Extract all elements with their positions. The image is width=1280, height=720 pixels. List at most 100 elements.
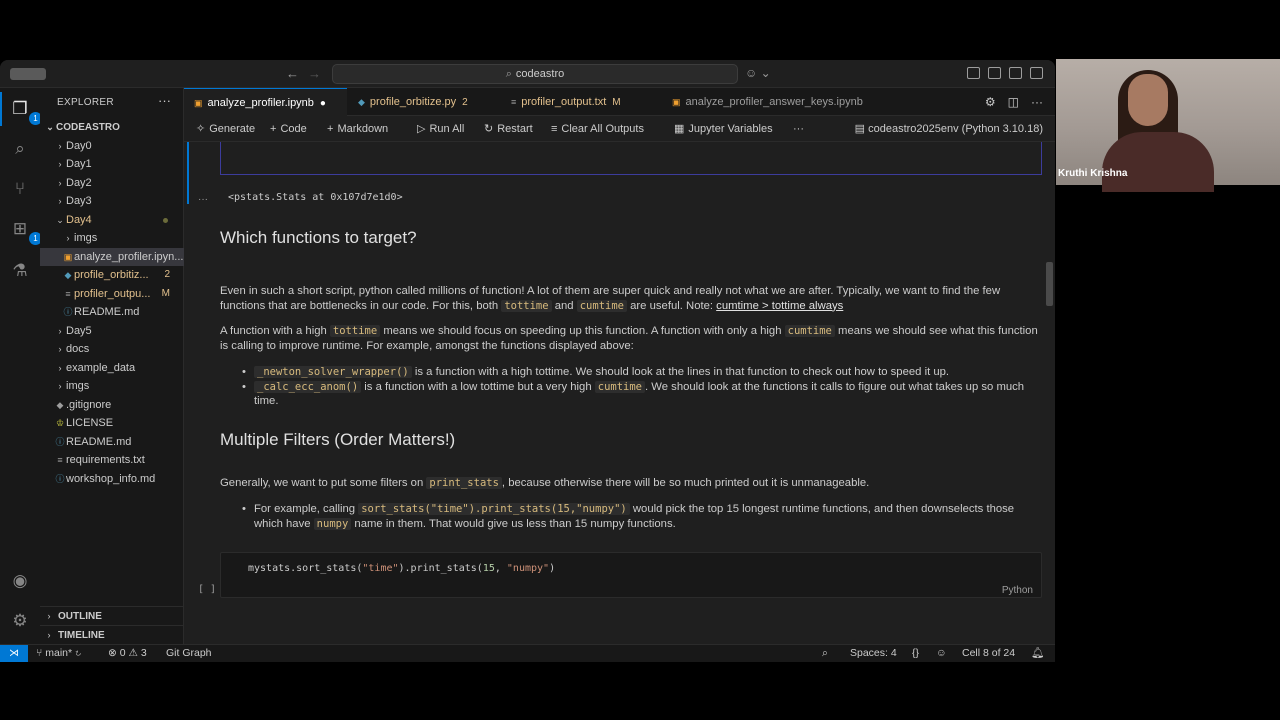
cell-language[interactable]: Python [1002,585,1033,596]
tree-folder-day3[interactable]: › Day3 [40,192,184,211]
notebook-file-icon: ▣ [63,251,73,262]
list-item: _calc_ecc_anom() is a function with a lo… [220,380,1040,409]
modified-mark: M [612,97,621,108]
branch-indicator[interactable]: ⑂ main* ↻ [36,645,81,662]
search-icon[interactable]: ⌕ [9,138,31,160]
run-all-button[interactable]: ▷ Run All [417,116,464,142]
kernel-picker[interactable]: ▤ codeastro2025env (Python 3.10.18) [855,116,1043,142]
tree-file-gitignore[interactable]: ◆ .gitignore [40,396,184,415]
tree-file-profiler-output[interactable]: ≡ profiler_outpu... M [40,285,184,304]
tree-folder-day4-imgs[interactable]: › imgs [40,229,184,248]
modified-badge: M [161,287,170,299]
split-editor-icon[interactable]: ◫ [1008,95,1019,109]
clear-outputs-button[interactable]: ≡ Clear All Outputs [551,116,644,142]
tree-file-profile-orbitize[interactable]: ◆ profile_orbitiz... 2 [40,266,184,285]
tree-file-workshop-info[interactable]: ⓘ workshop_info.md [40,470,184,489]
zoom-icon[interactable]: ⌕ [822,645,828,662]
more-actions-icon[interactable]: ··· [1031,95,1043,109]
generate-button[interactable]: ✧ Generate [196,116,255,142]
editor-area: ▣ analyze_profiler.ipynb ● ◆ profile_orbiti… [184,88,1055,644]
code-editor[interactable]: mystats.sort_stats("time").print_stats(1… [248,563,555,574]
chevron-right-icon: › [58,177,62,188]
problems-indicator[interactable]: ⊗ 0 ⚠ 3 [108,645,147,662]
chevron-right-icon: › [58,140,62,151]
gear-icon[interactable]: ⚙ [985,95,996,109]
paragraph-tottime: A function with a high tottime means we … [220,325,1038,352]
unsaved-dot[interactable]: ● [320,98,326,109]
chevron-right-icon: › [58,325,62,336]
account-icon[interactable]: ◉ [9,570,31,592]
settings-gear-icon[interactable]: ⚙ [9,610,31,632]
code-cell[interactable]: mystats.sort_stats("time").print_stats(1… [220,552,1042,598]
chevron-right-icon: › [58,362,62,373]
indentation-indicator[interactable]: Spaces: 4 [850,645,897,662]
tree-file-readme[interactable]: ⓘ README.md [40,433,184,452]
add-markdown-button[interactable]: + Markdown [327,116,388,142]
add-code-button[interactable]: + Code [270,116,307,142]
heading-multiple-filters: Multiple Filters (Order Matters!) [220,430,456,449]
filters-list: For example, calling sort_stats("time").… [220,502,1040,531]
jupyter-variables-button[interactable]: ▦ Jupyter Variables [674,116,773,142]
window-controls[interactable] [10,68,46,80]
source-control-icon[interactable]: ⑂ [9,178,31,200]
license-file-icon: ♔ [55,418,65,428]
command-center-label: codeastro [515,68,565,80]
customize-layout-icon[interactable] [967,67,980,79]
copilot-status-icon[interactable]: ☺ [936,645,947,662]
more-actions-icon[interactable]: ··· [158,93,171,108]
tree-folder-day1[interactable]: › Day1 [40,155,184,174]
toggle-secondary-sidebar-icon[interactable] [1030,67,1043,79]
sparkle-icon: ✧ [196,123,206,135]
chevron-down-icon: ⌄ [56,214,64,225]
tree-root[interactable]: ⌄ CODEASTRO [40,118,184,137]
cell-indicator[interactable]: Cell 8 of 24 [962,645,1015,662]
tab-analyze-profiler-answer-keys[interactable]: ▣ analyze_profiler_answer_keys.ipynb [662,88,882,116]
tab-profiler-output[interactable]: ≡ profiler_output.txt M [501,88,661,116]
restart-button[interactable]: ↻ Restart [484,116,533,142]
toggle-panel-icon[interactable] [1009,67,1022,79]
tree-folder-day2[interactable]: › Day2 [40,174,184,193]
git-graph-button[interactable]: Git Graph [166,645,212,662]
explorer-icon[interactable]: ❐ 1 [0,92,42,126]
cumtime-link[interactable]: cumtime > tottime always [716,300,843,312]
cell-output: <pstats.Stats at 0x107d7e1d0> [228,192,403,203]
extensions-icon[interactable]: ⊞ 1 [9,218,42,245]
timeline-section[interactable]: › TIMELINE [40,625,184,643]
back-arrow-icon[interactable]: ← [286,66,299,81]
output-collapse-toggle[interactable]: ··· [198,194,208,205]
remote-indicator-icon[interactable]: ⋊ [0,645,28,662]
notebook-file-icon: ▣ [194,98,203,108]
markdown-file-icon: ⓘ [63,307,73,317]
notebook-file-icon: ▣ [672,97,681,107]
modified-dot [163,217,168,223]
tree-folder-docs[interactable]: › docs [40,340,184,359]
tree-folder-day0[interactable]: › Day0 [40,137,184,156]
toggle-sidebar-icon[interactable] [988,67,1001,79]
heading-which-functions: Which functions to target? [220,228,417,247]
tree-folder-day5[interactable]: › Day5 [40,322,184,341]
copilot-icon[interactable]: ☺ ⌄ [745,66,771,80]
chevron-right-icon: › [58,159,62,169]
forward-arrow-icon[interactable]: → [308,66,321,81]
notifications-bell-icon[interactable]: 🔔︎ [1031,645,1044,662]
tree-file-analyze-profiler[interactable]: ▣ analyze_profiler.ipyn... [40,247,184,266]
tab-profile-orbitize[interactable]: ◆ profile_orbitize.py 2 [348,88,500,116]
tree-file-license[interactable]: ♔ LICENSE [40,414,184,433]
testing-icon[interactable]: ⚗ [9,260,31,282]
outline-section[interactable]: › OUTLINE [40,606,184,624]
scrollbar-thumb[interactable] [1046,262,1053,306]
language-braces[interactable]: {} [912,645,919,662]
tree-folder-day4[interactable]: ⌄ Day4 [40,211,184,230]
execution-count[interactable]: [ ] [198,584,216,595]
tree-folder-example-data[interactable]: › example_data [40,359,184,378]
branch-icon: ⑂ [36,647,43,659]
clear-icon: ≡ [551,123,558,135]
tree-file-requirements[interactable]: ≡ requirements.txt [40,451,184,470]
tree-folder-imgs[interactable]: › imgs [40,377,184,396]
tab-analyze-profiler[interactable]: ▣ analyze_profiler.ipynb ● [184,88,347,116]
previous-code-cell[interactable] [220,142,1042,175]
tree-file-day4-readme[interactable]: ⓘ README.md [40,303,184,322]
command-center-search[interactable]: ⌕ codeastro [332,64,738,84]
toolbar-more-button[interactable]: ··· [793,116,804,142]
restart-icon: ↻ [484,123,494,135]
